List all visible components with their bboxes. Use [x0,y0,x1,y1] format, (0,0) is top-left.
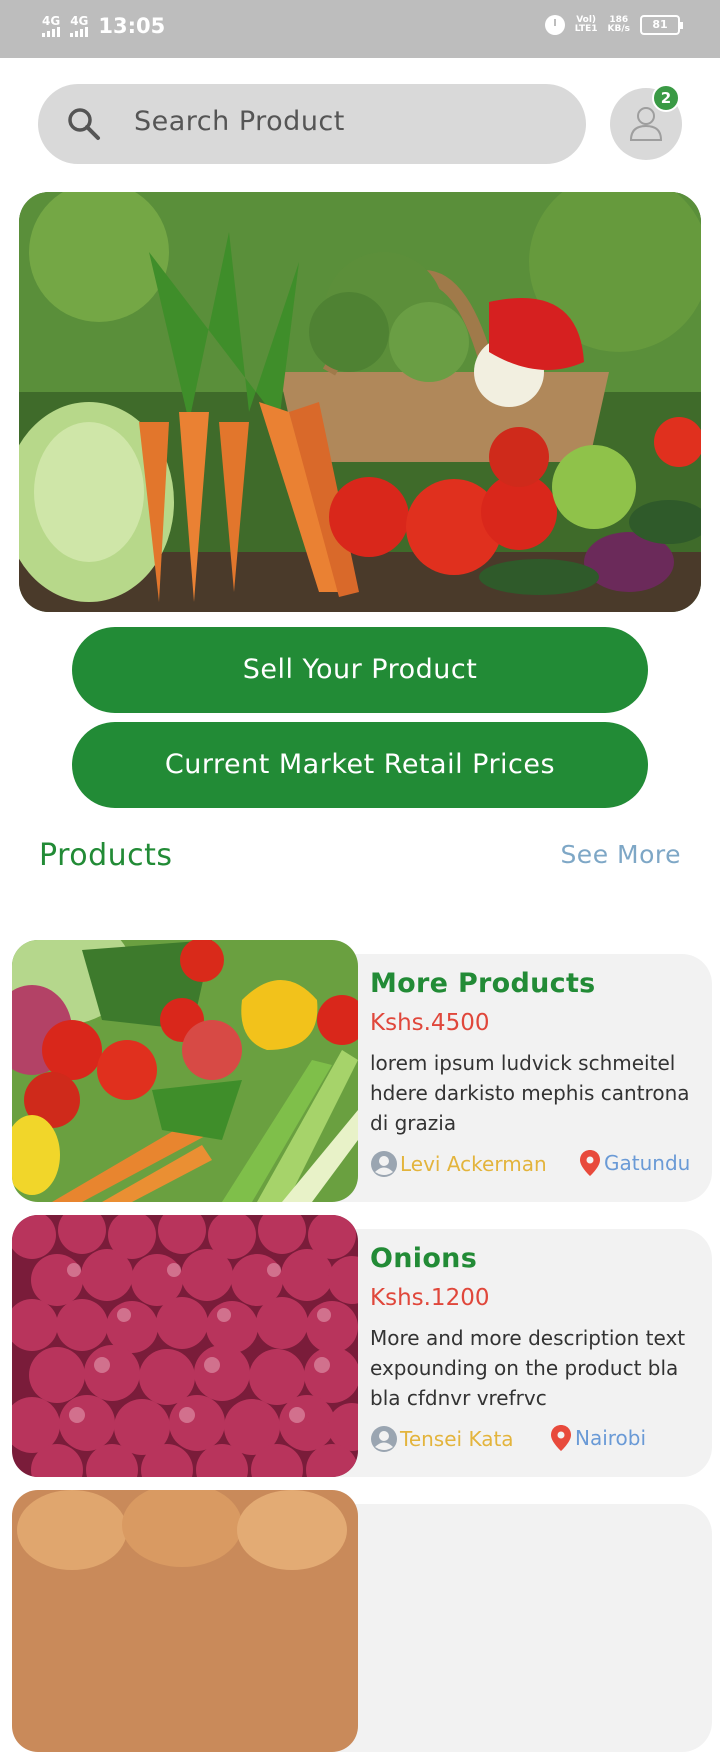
location-info: Gatundu [580,1150,690,1176]
products-heading: Products [39,838,173,873]
status-left: 4G 4G 13:05 [42,14,165,38]
notification-badge: 2 [652,84,680,112]
signal-bars-icon [42,27,60,37]
alarm-icon [544,15,565,35]
product-price: Kshs.1200 [370,1285,490,1311]
seller-info: Tensei Kata [370,1425,514,1453]
lte-label: LTE1 [574,24,598,34]
see-more-link[interactable]: See More [560,840,681,869]
search-bar[interactable]: Search Product [38,84,586,164]
signal-bars-icon [70,27,89,37]
clock: 13:05 [98,14,166,38]
location-pin-icon [580,1150,600,1176]
location-name: Nairobi [575,1426,647,1450]
product-description: More and more description text expoundin… [370,1326,686,1410]
search-input[interactable]: Search Product [134,106,345,137]
product-title: Onions [370,1243,478,1274]
product-image [12,1490,358,1752]
network-speed: 186 KB/s [608,16,630,34]
product-image [12,940,358,1202]
product-card[interactable]: Onions Kshs.1200 More and more descripti… [12,1215,712,1477]
product-card[interactable]: More Products Kshs.4500 lorem ipsum ludv… [12,940,712,1202]
location-pin-icon [551,1425,571,1451]
card-background [312,1504,712,1752]
seller-name: Tensei Kata [400,1427,514,1451]
status-bar: 4G 4G 13:05 Vol) LTE1 186 KB/s 81 [0,0,720,58]
seller-info: Levi Ackerman [370,1150,547,1178]
product-title: More Products [370,968,596,999]
search-icon [68,108,100,140]
sell-product-button[interactable]: Sell Your Product [72,627,648,713]
product-card[interactable] [12,1490,712,1752]
volte-indicator: Vol) LTE1 [575,16,598,34]
seller-name: Levi Ackerman [400,1152,547,1176]
battery-icon: 81 [640,15,683,35]
location-info: Nairobi [551,1425,646,1451]
product-image [12,1215,358,1477]
product-price: Kshs.4500 [370,1010,490,1036]
account-circle-icon [371,1426,397,1452]
status-right: Vol) LTE1 186 KB/s 81 [544,15,683,35]
location-name: Gatundu [604,1151,691,1175]
hero-banner-image [19,192,701,612]
network-type-2: 4G [70,14,89,28]
signal-1: 4G [42,15,60,37]
market-prices-button[interactable]: Current Market Retail Prices [72,722,648,808]
product-description: lorem ipsum ludvick schmeitel hdere dark… [370,1051,690,1135]
speed-unit: KB/s [607,24,630,34]
network-type-1: 4G [42,14,61,28]
signal-2: 4G [70,15,88,37]
account-circle-icon [371,1151,397,1177]
